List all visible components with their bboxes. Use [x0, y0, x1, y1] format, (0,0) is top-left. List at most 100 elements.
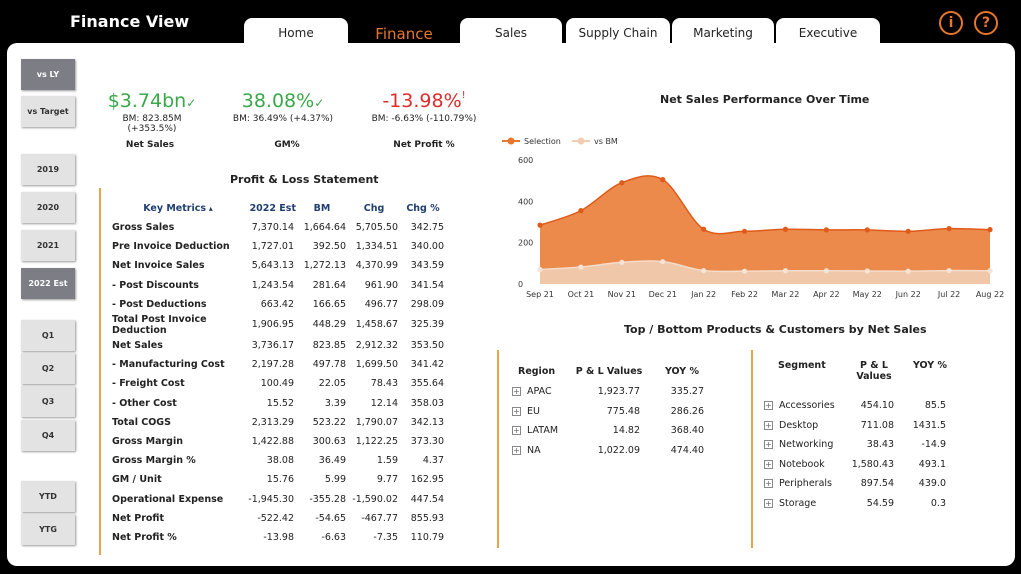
expand-icon[interactable]: + — [512, 387, 521, 397]
tab-executive[interactable]: Executive — [776, 18, 880, 44]
data-point[interactable] — [537, 266, 543, 273]
data-point[interactable] — [987, 227, 993, 233]
pl-header-metrics[interactable]: Key Metrics ▴ — [110, 198, 246, 218]
vs-target-button[interactable]: vs Target — [21, 96, 75, 127]
pl-header-bm[interactable]: BM — [296, 198, 348, 218]
data-point[interactable] — [701, 226, 707, 232]
data-point[interactable] — [905, 268, 911, 274]
segment-row[interactable]: + Accessories 454.10 85.5 — [764, 396, 956, 416]
data-point[interactable] — [864, 227, 870, 233]
pl-cell: 9.77 — [376, 474, 398, 486]
vs-ly-button[interactable]: vs LY — [21, 59, 75, 90]
data-point[interactable] — [823, 227, 829, 233]
pl-metric-label: Net Profit % — [112, 531, 177, 543]
region-header-yoy[interactable]: YOY % — [650, 360, 714, 382]
expand-icon[interactable]: + — [512, 426, 521, 436]
data-point[interactable] — [987, 268, 993, 274]
region-header-region[interactable]: Region — [512, 360, 568, 382]
data-point[interactable] — [660, 177, 666, 183]
segment-row[interactable]: + Storage 54.59 0.3 — [764, 494, 956, 514]
pl-cell: 36.49 — [318, 455, 346, 467]
data-point[interactable] — [619, 180, 625, 186]
x-tick-label: Nov 21 — [608, 290, 636, 299]
segment-row[interactable]: + Notebook 1,580.43 493.1 — [764, 455, 956, 475]
pl-metric-label: Gross Margin % — [112, 455, 196, 467]
data-point[interactable] — [660, 259, 666, 265]
pl-row: - Freight Cost 100.49 22.05 78.43 355.64 — [110, 374, 446, 393]
segment-row[interactable]: + Networking 38.43 -14.9 — [764, 435, 956, 455]
q3-button[interactable]: Q3 — [21, 386, 75, 417]
region-row[interactable]: + EU 775.48 286.26 — [512, 402, 714, 422]
segment-row[interactable]: + Desktop 711.08 1431.5 — [764, 416, 956, 436]
expand-icon[interactable]: + — [512, 445, 521, 455]
sort-up-icon[interactable]: ▴ — [206, 204, 213, 213]
pl-cell: 392.50 — [312, 241, 346, 253]
data-point[interactable] — [578, 208, 584, 214]
region-row[interactable]: + APAC 1,923.77 335.27 — [512, 382, 714, 402]
year-2022-est-button[interactable]: 2022 Est — [21, 268, 75, 299]
kpi-gm-bm: BM: 36.49% (+4.37%) — [232, 114, 334, 124]
expand-icon[interactable]: + — [764, 479, 773, 489]
pl-header-chg[interactable]: Chg — [348, 198, 400, 218]
expand-icon[interactable]: + — [764, 498, 773, 508]
region-table: Region P & L Values YOY % + APAC 1,923.77 3… — [512, 360, 714, 460]
y-tick-label: 0 — [518, 280, 523, 289]
pl-row: Net Profit -522.42 -54.65 -467.77 855.93 — [110, 509, 446, 528]
data-point[interactable] — [741, 268, 748, 274]
pl-header-2022[interactable]: 2022 Est — [246, 198, 296, 218]
region-cell: 368.40 — [670, 425, 704, 437]
segment-name: Peripherals — [779, 478, 832, 490]
pl-cell: 2,313.29 — [251, 416, 294, 428]
data-point[interactable] — [823, 268, 829, 274]
year-2021-button[interactable]: 2021 — [21, 230, 75, 261]
segment-header-segment[interactable]: Segment — [764, 360, 844, 396]
region-row[interactable]: + NA 1,022.09 474.40 — [512, 441, 714, 461]
expand-icon[interactable]: + — [764, 420, 773, 430]
expand-icon[interactable]: + — [764, 440, 773, 450]
data-point[interactable] — [946, 267, 952, 274]
tab-home[interactable]: Home — [244, 18, 348, 44]
year-2020-button[interactable]: 2020 — [21, 192, 75, 223]
tab-sales[interactable]: Sales — [460, 18, 562, 44]
q1-button[interactable]: Q1 — [21, 320, 75, 351]
info-icon[interactable]: i — [939, 11, 963, 35]
data-point[interactable] — [578, 264, 584, 270]
pl-header-chg-pct[interactable]: Chg % — [400, 198, 446, 218]
region-cell: 1,022.09 — [597, 444, 640, 456]
expand-icon[interactable]: + — [764, 401, 773, 411]
segment-header-yoy[interactable]: YOY % — [904, 360, 956, 396]
region-header-values[interactable]: P & L Values — [568, 360, 650, 382]
data-point[interactable] — [741, 228, 748, 234]
q4-button[interactable]: Q4 — [21, 420, 75, 451]
data-point[interactable] — [537, 222, 543, 228]
pl-cell: 1,243.54 — [251, 279, 294, 291]
segment-header-values[interactable]: P & L Values — [844, 360, 904, 396]
expand-icon[interactable]: + — [512, 406, 521, 416]
expand-icon[interactable]: + — [764, 459, 773, 469]
data-point[interactable] — [905, 228, 911, 234]
region-cell: 775.48 — [606, 405, 640, 417]
data-point[interactable] — [946, 226, 952, 232]
kpi-net-sales-value: $3.74bn — [107, 90, 187, 112]
ytd-button[interactable]: YTD — [21, 481, 75, 512]
pl-title: Profit & Loss Statement — [230, 173, 379, 186]
tab-supply-chain[interactable]: Supply Chain — [566, 18, 670, 44]
warning-icon: ! — [461, 90, 466, 101]
pl-cell: 300.63 — [312, 435, 346, 447]
year-2019-button[interactable]: 2019 — [21, 154, 75, 185]
q2-button[interactable]: Q2 — [21, 353, 75, 384]
data-point[interactable] — [864, 268, 870, 274]
tab-marketing[interactable]: Marketing — [672, 18, 774, 44]
tab-finance[interactable]: Finance — [348, 18, 460, 44]
segment-row[interactable]: + Peripherals 897.54 439.0 — [764, 474, 956, 494]
data-point[interactable] — [782, 226, 789, 232]
data-point[interactable] — [619, 259, 625, 265]
help-icon[interactable]: ? — [974, 11, 998, 35]
ytg-button[interactable]: YTG — [21, 514, 75, 545]
pl-row: - Manufacturing Cost 2,197.28 497.78 1,699.… — [110, 355, 446, 374]
region-row[interactable]: + LATAM 14.82 368.40 — [512, 421, 714, 441]
pl-metric-label: GM / Unit — [112, 474, 162, 486]
data-point[interactable] — [701, 267, 707, 274]
data-point[interactable] — [782, 268, 789, 274]
y-tick-label: 200 — [518, 239, 533, 248]
